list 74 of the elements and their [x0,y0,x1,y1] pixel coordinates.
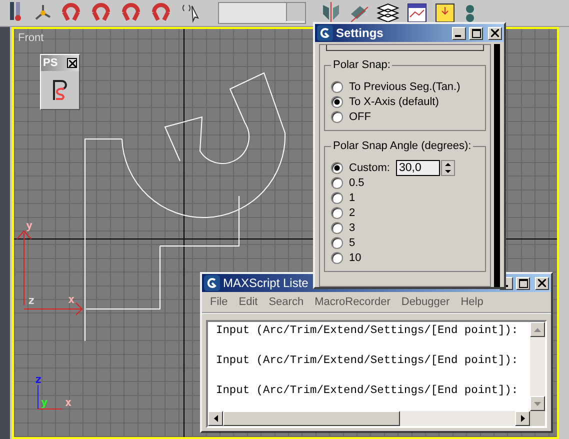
scroll-thumb[interactable] [223,411,400,426]
menu-item[interactable]: Help [460,296,484,308]
spinner-arrows-icon[interactable] [440,160,455,176]
panel-scrollbar[interactable] [494,44,500,287]
app-logo-icon [204,275,220,291]
radio-button[interactable] [331,192,343,204]
option-label[interactable]: OFF [349,110,371,122]
arrow-left-icon [214,415,218,422]
minimize-button[interactable] [452,26,466,40]
render-icon[interactable] [434,2,456,24]
scroll-right-button[interactable] [515,411,530,426]
scroll-up-button[interactable] [530,322,545,337]
close-button[interactable] [67,58,77,68]
arrow-down-icon [534,402,541,406]
maximize-button[interactable] [469,26,483,40]
vertical-scrollbar[interactable] [530,322,545,411]
radio-button[interactable] [331,162,343,174]
radio-button[interactable] [331,222,343,234]
maximize-icon [472,28,480,38]
scroll-left-button[interactable] [208,411,223,426]
close-icon [68,60,76,66]
selection-set-field[interactable] [218,2,306,24]
output-line: Input (Arc/Trim/Extend/Settings/[End point]): [216,355,520,369]
group-title: Polar Snap: [332,59,392,71]
axis-label: z [35,373,42,386]
curve-editor-icon[interactable] [406,2,428,24]
radio-button[interactable] [331,206,343,218]
option-label[interactable]: Custom: [349,162,390,174]
radio-button[interactable] [331,110,343,122]
option-label[interactable]: 5 [349,236,356,248]
arrow-up-icon [534,328,541,332]
option-label[interactable]: 2 [349,206,356,218]
window-title: MAXScript Liste [223,276,308,290]
group-title: Polar Snap Angle (degrees): [332,140,472,152]
arrow-right-icon [520,415,524,422]
menu-item[interactable]: MacroRecorder [314,296,390,308]
radio-button[interactable] [331,96,343,108]
axis-label: y [26,219,33,232]
option-label[interactable]: 1 [349,192,356,204]
axis-label: x [68,293,75,306]
radio-button[interactable] [331,176,343,188]
close-icon [538,279,546,287]
radio-button[interactable] [331,252,343,264]
close-icon [491,29,499,37]
horizontal-scrollbar[interactable] [208,411,545,426]
menu-item[interactable]: Edit [238,296,258,308]
maximize-icon [518,278,528,288]
axis-label: y [41,396,48,409]
layers-icon[interactable] [376,2,400,24]
window-title: PS [43,57,58,69]
mirror-icon[interactable] [320,2,342,24]
axis-label: z [28,294,35,307]
option-label[interactable]: 10 [349,252,362,264]
scroll-down-button[interactable] [530,396,545,411]
option-label[interactable]: To X-Axis (default) [349,96,439,108]
polar-snap-icon[interactable] [52,79,68,101]
resize-grip[interactable] [530,411,545,426]
output-line: Input (Arc/Trim/Extend/Settings/[End point]): [216,385,520,399]
option-label[interactable]: 3 [349,222,356,234]
menu-item[interactable]: Debugger [401,296,450,308]
menu-item[interactable]: Search [268,296,304,308]
radio-button[interactable] [331,236,343,248]
menu-item[interactable]: File [210,296,228,308]
value-field[interactable]: 30,0 [396,160,440,176]
maximize-button[interactable] [516,276,530,290]
radio-button[interactable] [331,80,343,92]
option-label[interactable]: To Previous Seg.(Tan.) [349,80,460,92]
axis-label: x [65,396,72,409]
app-logo-icon [317,25,333,41]
window-title: Settings [336,26,384,40]
option-label[interactable]: 0.5 [349,176,364,188]
rollout-header[interactable] [326,45,484,51]
output-line: Input (Arc/Trim/Extend/Settings/[End point]): [216,325,520,339]
world-axes-drawing [38,384,62,410]
